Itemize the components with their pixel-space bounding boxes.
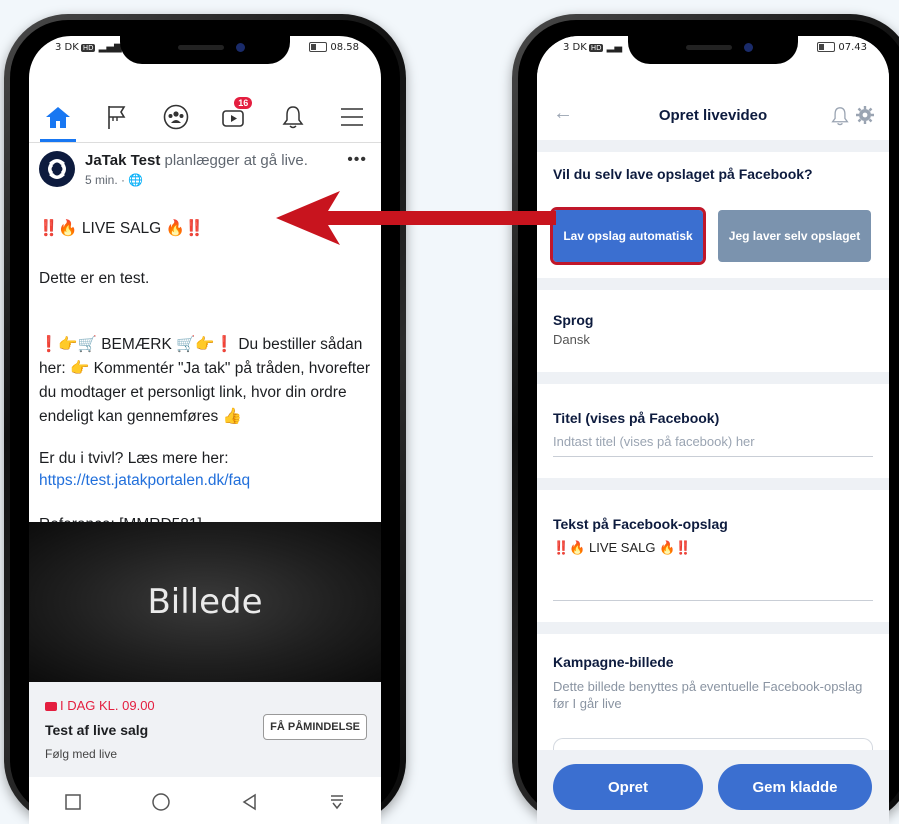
android-nav-bar — [29, 777, 381, 824]
campaign-image-label: Kampagne-billede — [553, 654, 674, 670]
title-section: Titel (vises på Facebook) Indtast titel … — [537, 384, 889, 478]
create-button[interactable]: Opret — [553, 764, 703, 810]
signal-icon: ▂▄▆ — [98, 42, 122, 53]
post-text-label: Tekst på Facebook-opslag — [553, 516, 728, 532]
notification-badge: 16 — [234, 97, 253, 109]
pages-tab[interactable] — [99, 97, 135, 137]
post-text-input[interactable]: ‼️🔥 LIVE SALG 🔥‼️ — [553, 540, 691, 556]
left-phone-frame: 3 DK HD ▂▄▆ 08.58 16 JaTak Test planlægg… — [4, 14, 406, 824]
hamburger-icon — [340, 108, 363, 126]
back-triangle-icon[interactable] — [241, 793, 259, 811]
post-title: JaTak Test planlægger at gå live. — [85, 152, 308, 169]
post-text-section: Tekst på Facebook-opslag ‼️🔥 LIVE SALG 🔥… — [537, 490, 889, 622]
language-value: Dansk — [553, 332, 590, 347]
event-date: I DAG KL. 09.00 — [45, 698, 155, 713]
campaign-image-section: Kampagne-billede Dette billede benyttes … — [537, 634, 889, 759]
post-author[interactable]: JaTak Test — [85, 152, 160, 169]
groups-icon — [163, 104, 188, 130]
red-arrow-annotation — [276, 191, 556, 245]
battery-icon — [309, 42, 328, 52]
home-tab[interactable] — [40, 97, 77, 142]
facebook-screen: 3 DK HD ▂▄▆ 08.58 16 JaTak Test planlægg… — [29, 36, 381, 824]
app-screen: 3 DK HD ▂▄ 07.43 ← Opret livevideo Vil du… — [537, 36, 889, 824]
image-label: Billede — [147, 582, 263, 622]
recent-apps-icon[interactable] — [64, 793, 82, 811]
phone-notch — [120, 36, 290, 64]
live-video-icon — [45, 702, 57, 711]
groups-tab[interactable] — [158, 97, 194, 137]
battery-icon — [817, 42, 836, 52]
live-event-bar: I DAG KL. 09.00 Test af live salg Følg m… — [29, 682, 381, 777]
jatak-logo-icon — [48, 159, 66, 179]
bell-icon[interactable] — [831, 106, 849, 126]
notifications-tab[interactable] — [275, 97, 311, 137]
title-label: Titel (vises på Facebook) — [553, 410, 720, 426]
post-action: planlægger at gå live. — [160, 152, 308, 169]
avatar[interactable] — [39, 151, 75, 187]
facebook-nav-bar: 16 — [29, 92, 381, 143]
app-header: ← Opret livevideo — [537, 92, 889, 140]
event-title: Test af live salg — [45, 722, 149, 738]
save-draft-button[interactable]: Gem kladde — [718, 764, 872, 810]
home-circle-icon[interactable] — [151, 792, 171, 812]
menu-tab[interactable] — [334, 97, 370, 137]
right-phone-frame: 3 DK HD ▂▄ 07.43 ← Opret livevideo Vil du… — [512, 14, 899, 824]
title-underline — [553, 456, 873, 457]
post-meta: 5 min. · 🌐 — [85, 173, 144, 187]
notification-pull-icon[interactable] — [328, 793, 346, 811]
post-line-instructions: ❗👉🛒 BEMÆRK 🛒👉❗ Du bestiller sådan her: 👉… — [39, 336, 370, 425]
post-faq-link[interactable]: https://test.jatakportalen.dk/faq — [39, 469, 371, 493]
flag-icon — [108, 106, 126, 129]
event-subtitle: Følg med live — [45, 747, 118, 761]
title-input[interactable]: Indtast titel (vises på facebook) her — [553, 434, 755, 449]
home-icon — [46, 107, 71, 128]
manual-post-button[interactable]: Jeg laver selv opslaget — [718, 210, 871, 262]
more-options-icon[interactable]: ••• — [347, 151, 367, 169]
post-line-test: Dette er en test. — [39, 270, 150, 287]
bell-icon — [282, 106, 304, 129]
language-label: Sprog — [553, 312, 594, 328]
globe-icon: 🌐 — [128, 173, 144, 187]
reminder-button[interactable]: FÅ PÅMINDELSE — [263, 714, 367, 740]
gear-icon[interactable] — [855, 105, 875, 125]
phone-notch — [628, 36, 798, 64]
post-image[interactable]: Billede — [29, 522, 381, 682]
post-text-underline — [553, 600, 873, 601]
question-label: Vil du selv lave opslaget på Facebook? — [553, 166, 813, 182]
auto-post-button[interactable]: Lav opslag automatisk — [550, 207, 706, 265]
bottom-action-bar: Opret Gem kladde — [537, 750, 889, 824]
post-line-help: Er du i tvivl? Læs mere her: — [39, 450, 229, 467]
signal-icon: ▂▄ — [606, 42, 623, 53]
campaign-image-description: Dette billede benyttes på eventuelle Fac… — [553, 679, 863, 711]
language-section[interactable]: Sprog Dansk — [537, 290, 889, 372]
watch-tab[interactable]: 16 — [216, 97, 253, 137]
